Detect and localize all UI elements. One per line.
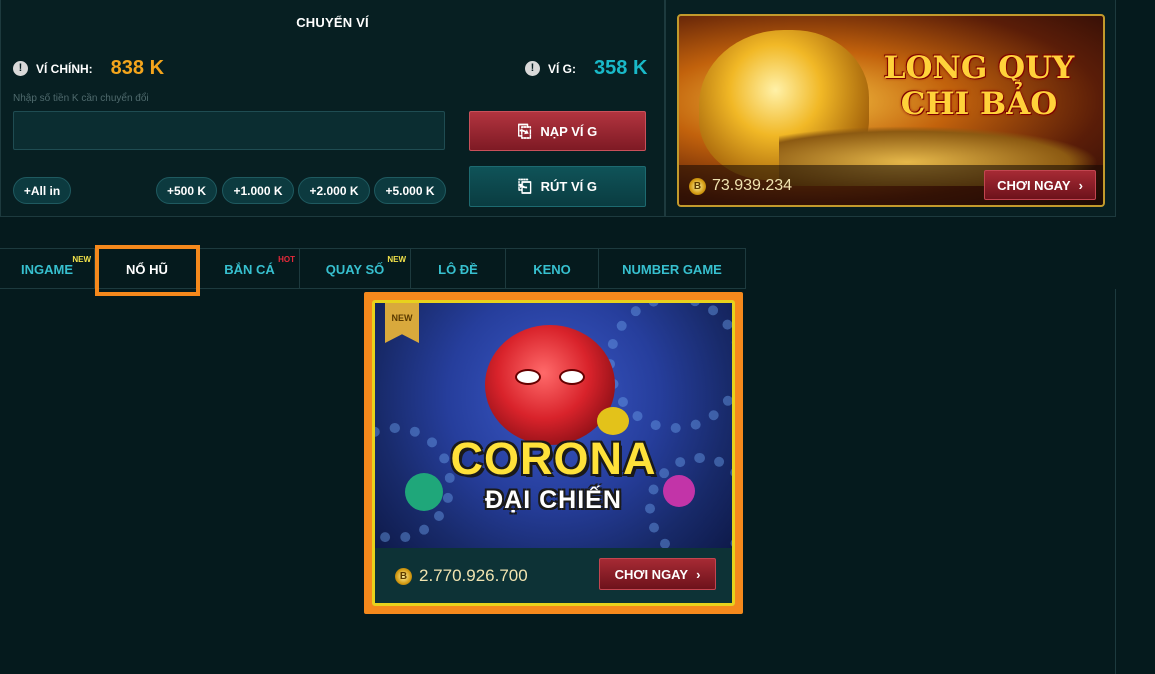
chip-all-in[interactable]: +All in <box>13 177 71 204</box>
game-play-now-button[interactable]: CHƠI NGAY › <box>599 558 716 590</box>
tab-ban-ca[interactable]: BẮN CÁ HOT <box>200 249 300 289</box>
new-badge: NEW <box>387 255 406 264</box>
chevron-right-icon: › <box>696 566 701 582</box>
amount-hint: Nhập số tiền K cần chuyển đổi <box>13 93 149 104</box>
game-artwork: CORONA ĐẠI CHIẾN NEW <box>375 303 732 563</box>
tab-label: KENO <box>533 261 571 277</box>
main-wallet-row: ! VÍ CHÍNH: 838 K <box>13 57 164 80</box>
play-now-label: CHƠI NGAY <box>997 177 1071 193</box>
tab-label: BẮN CÁ <box>224 261 275 277</box>
featured-game-footer: B 73.939.234 CHƠI NGAY › <box>679 165 1103 205</box>
wallet-icon: ⎗ <box>518 177 532 196</box>
main-wallet-label: VÍ CHÍNH: <box>36 61 93 76</box>
tab-label: QUAY SỐ <box>325 261 385 277</box>
featured-title-line1: LONG QUY <box>883 50 1075 86</box>
info-icon: ! <box>13 61 28 76</box>
g-wallet-value: 358 K <box>594 57 648 79</box>
g-wallet-row: ! VÍ G: 358 K <box>525 57 647 80</box>
chip-500k[interactable]: +500 K <box>156 177 217 204</box>
coin-icon: B <box>395 567 412 585</box>
yellow-virus-illustration <box>597 407 629 435</box>
tab-keno[interactable]: KENO <box>506 249 599 289</box>
wallet-transfer-title: CHUYỂN VÍ <box>296 15 369 30</box>
new-ribbon: NEW <box>385 303 419 343</box>
chevron-right-icon: › <box>1078 177 1083 193</box>
amount-input[interactable] <box>13 111 445 150</box>
withdraw-g-wallet-button[interactable]: ⎗ RÚT VÍ G <box>469 166 646 207</box>
chip-5000k[interactable]: +5.000 K <box>374 177 446 204</box>
chip-2000k[interactable]: +2.000 K <box>298 177 370 204</box>
main-wallet-value: 838 K <box>110 57 165 79</box>
chip-1000k[interactable]: +1.000 K <box>222 177 294 204</box>
deposit-g-wallet-button[interactable]: ⎘ NẠP VÍ G <box>469 111 646 151</box>
featured-jackpot-value: 73.939.234 <box>712 177 793 194</box>
wallet-icon: ⎘ <box>517 121 532 141</box>
game-jackpot: B 2.770.926.700 <box>395 566 528 586</box>
info-icon: ! <box>525 61 540 76</box>
deposit-g-wallet-label: NẠP VÍ G <box>540 123 598 139</box>
game-title-line1: CORONA <box>450 433 657 484</box>
featured-game-card[interactable]: LONG QUY CHI BẢO B 73.939.234 CHƠI NGAY … <box>677 14 1105 207</box>
coin-icon: B <box>689 177 706 195</box>
page: CHUYỂN VÍ ! VÍ CHÍNH: 838 K ! VÍ G: 358 … <box>0 0 1155 674</box>
withdraw-g-wallet-label: RÚT VÍ G <box>540 179 597 194</box>
new-badge: NEW <box>72 255 91 264</box>
g-wallet-label: VÍ G: <box>548 61 577 76</box>
play-now-label: CHƠI NGAY <box>614 566 689 582</box>
game-title-line2: ĐẠI CHIẾN <box>485 486 622 514</box>
tab-ingame[interactable]: INGAME NEW <box>0 249 95 289</box>
game-jackpot-value: 2.770.926.700 <box>419 566 528 585</box>
virus-eye <box>559 369 585 385</box>
tab-lo-de[interactable]: LÔ ĐỀ <box>411 249 506 289</box>
featured-game-title: LONG QUY CHI BẢO <box>859 50 1099 122</box>
game-card-footer: B 2.770.926.700 CHƠI NGAY › <box>375 548 732 603</box>
tab-label: NUMBER GAME <box>622 261 722 277</box>
virus-eye <box>515 369 541 385</box>
tab-label: LÔ ĐỀ <box>438 261 478 277</box>
featured-jackpot: B 73.939.234 <box>689 177 792 195</box>
featured-title-line2: CHI BẢO <box>900 86 1058 122</box>
tab-quay-so[interactable]: QUAY SỐ NEW <box>300 249 411 289</box>
hot-badge: HOT <box>278 255 295 264</box>
featured-play-now-button[interactable]: CHƠI NGAY › <box>984 170 1096 200</box>
virus-illustration <box>485 325 615 445</box>
tab-label: INGAME <box>21 261 73 277</box>
tab-number-game[interactable]: NUMBER GAME <box>599 249 746 289</box>
game-card-corona-dai-chien[interactable]: CORONA ĐẠI CHIẾN NEW B 2.770.926.700 CHƠ… <box>372 300 735 606</box>
wallet-transfer-panel: CHUYỂN VÍ ! VÍ CHÍNH: 838 K ! VÍ G: 358 … <box>0 0 665 217</box>
